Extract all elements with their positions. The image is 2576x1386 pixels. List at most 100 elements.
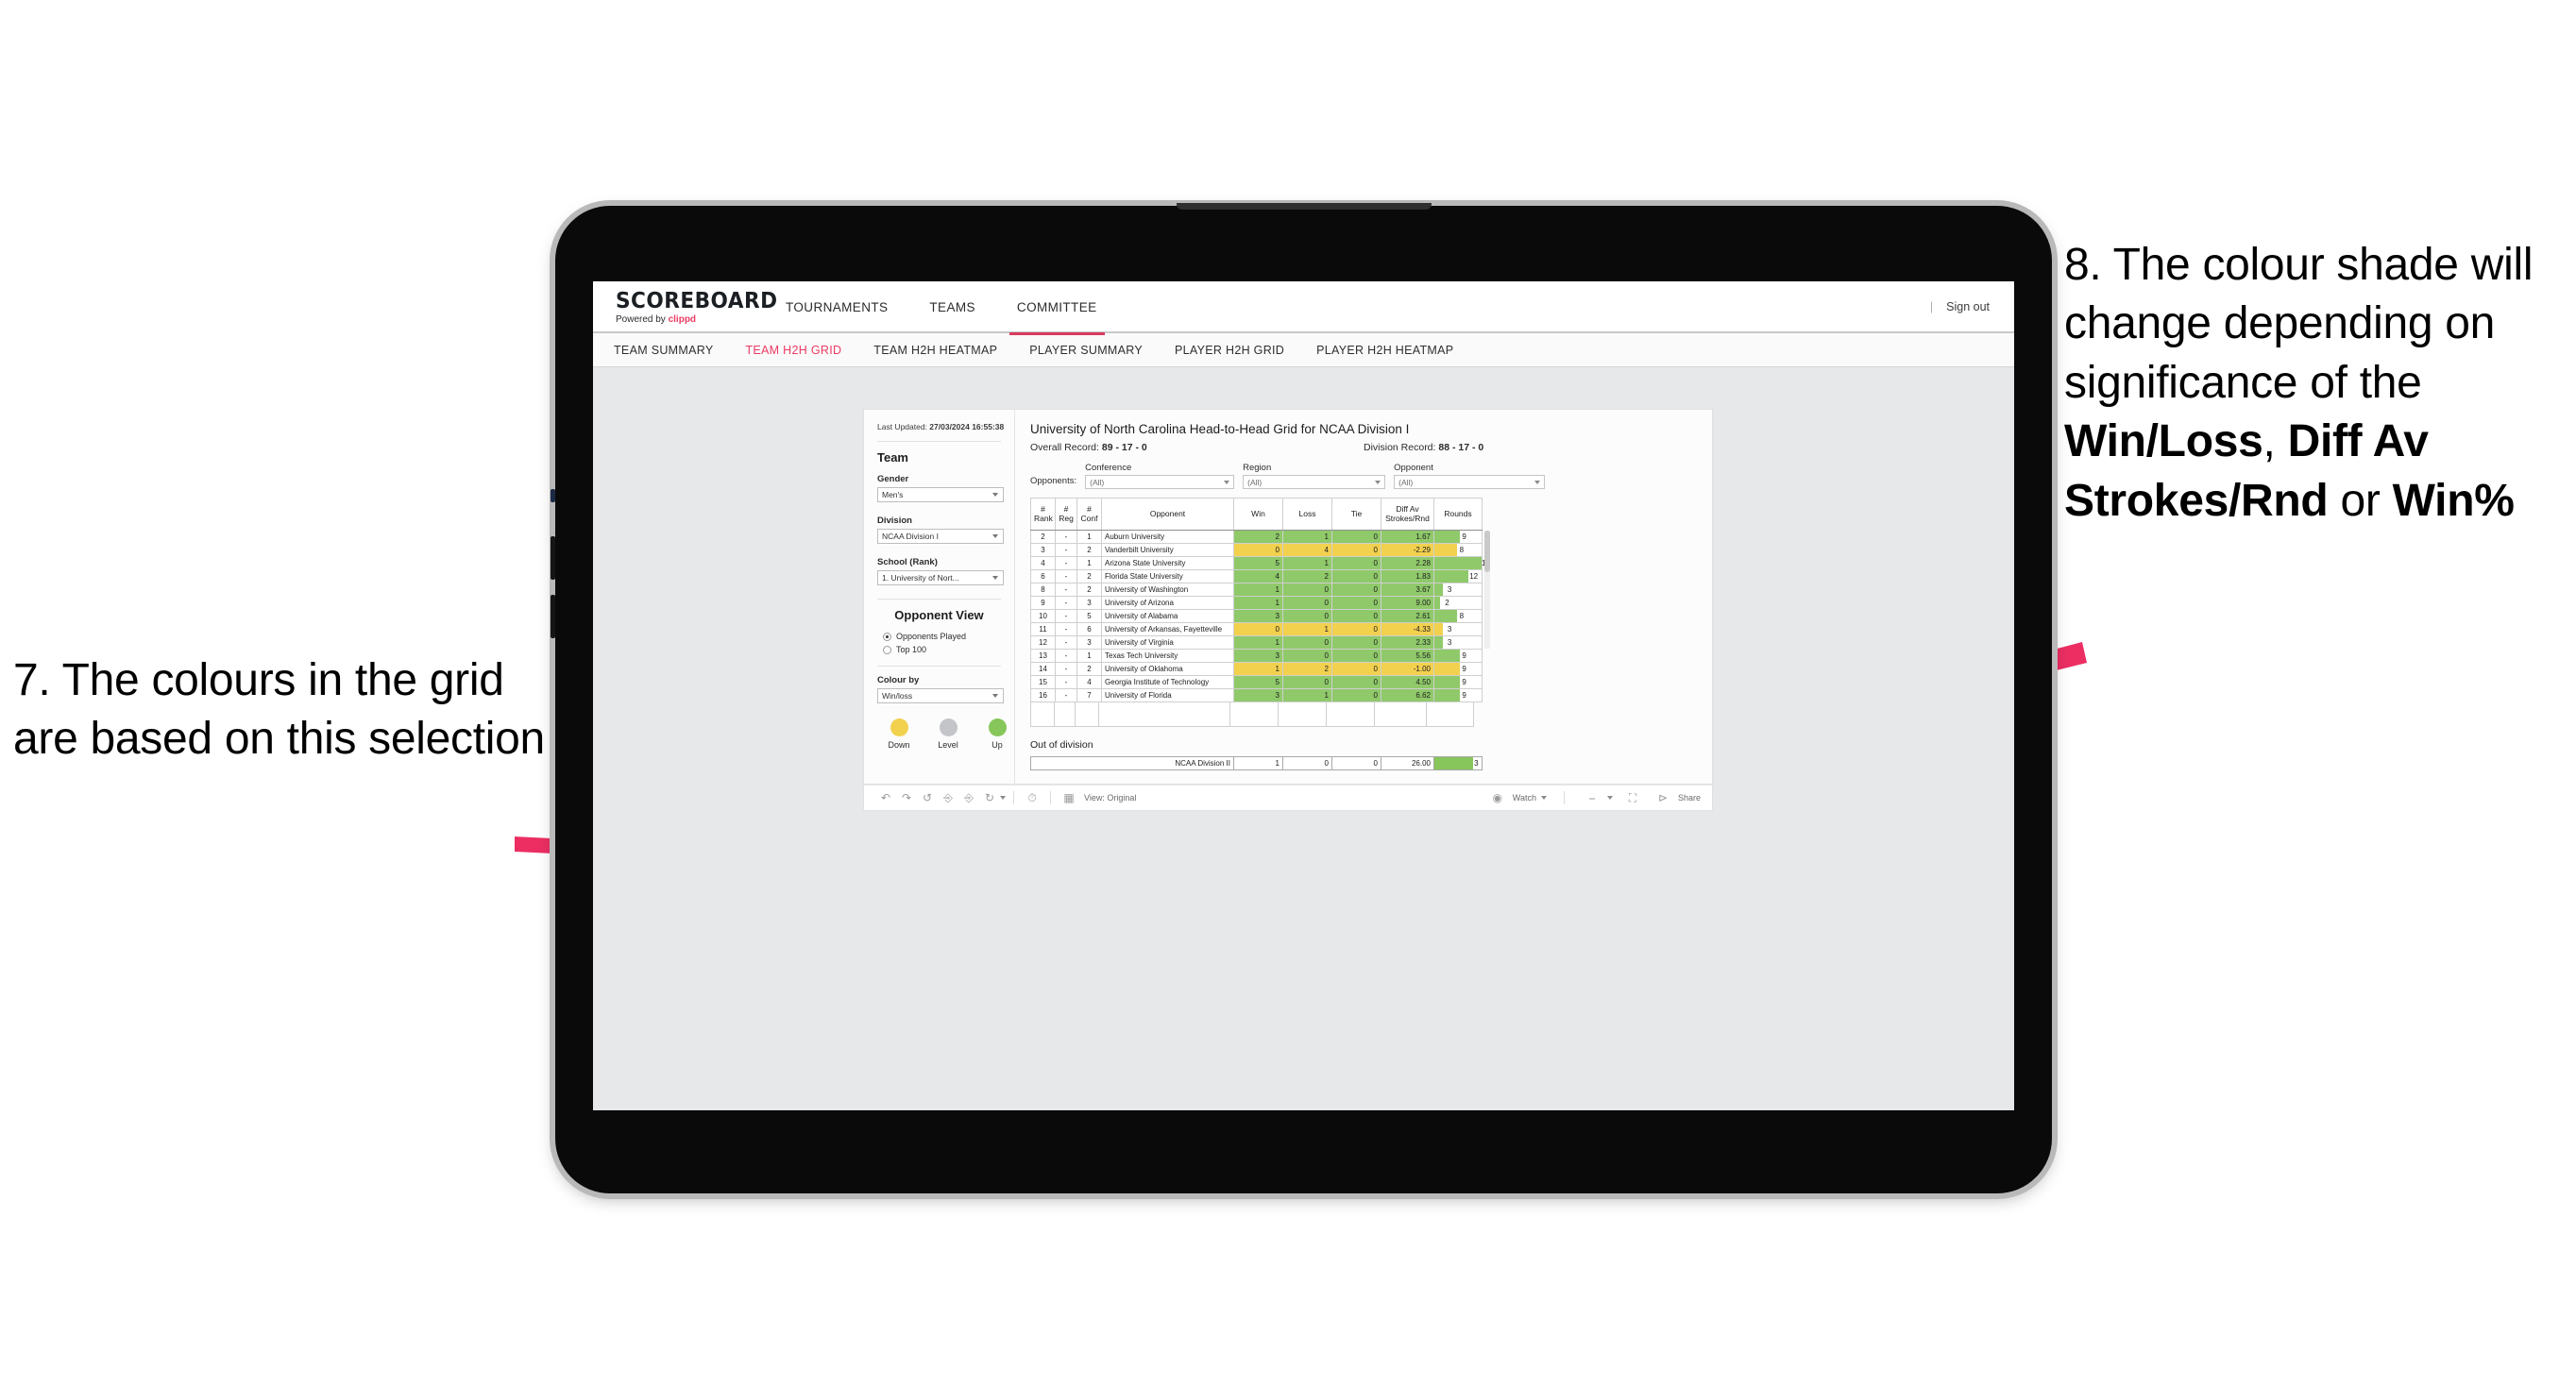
school-select[interactable]: 1. University of Nort... — [877, 570, 1004, 586]
cell-opponent: University of Arizona — [1101, 596, 1234, 610]
nav-teams[interactable]: TEAMS — [908, 281, 996, 333]
col-header-win[interactable]: Win — [1233, 498, 1283, 531]
cell-diff-av-strokes: 2.33 — [1381, 635, 1434, 650]
overall-record: Overall Record: 89 - 17 - 0 — [1030, 442, 1364, 453]
radio-top-100[interactable]: Top 100 — [883, 645, 1014, 654]
table-row[interactable]: 3-2 Vanderbilt University 0 4 0 -2.29 8 — [1030, 543, 1483, 557]
workbook-canvas: Last Updated: 27/03/2024 16:55:38 Team G… — [593, 367, 2014, 1110]
cell-opponent: University of Washington — [1101, 583, 1234, 597]
cell-rounds: 9 — [1433, 688, 1483, 702]
table-row[interactable]: 4-1Arizona State University5102.2817 — [1030, 556, 1490, 570]
chevron-down-icon — [992, 694, 998, 699]
chevron-down-icon[interactable] — [1000, 796, 1006, 800]
rounds-value: 8 — [1459, 612, 1465, 620]
overall-record-value: 89 - 17 - 0 — [1101, 442, 1147, 453]
watch-button[interactable]: ◉ Watch — [1487, 791, 1547, 804]
nav-tournaments[interactable]: TOURNAMENTS — [765, 281, 908, 333]
nav-committee[interactable]: COMMITTEE — [996, 281, 1118, 335]
download-button[interactable]: ⎯ — [1582, 791, 1613, 805]
fullscreen-icon[interactable]: ⛶ — [1622, 791, 1643, 805]
refresh-icon[interactable]: ⎆ — [938, 791, 958, 805]
table-row[interactable]: 6-2 Florida State University 4 2 0 1.83 12 — [1030, 569, 1483, 583]
header-divider: | — [1929, 300, 1934, 313]
grid-header: # Rank # Reg # Conf Opponent Win Loss Ti… — [1030, 498, 1483, 531]
cell-conf: 7 — [1076, 688, 1102, 702]
cell-diff-av-strokes: 9.00 — [1381, 596, 1434, 610]
rounds-bar — [1434, 583, 1443, 596]
gender-select[interactable]: Men's — [877, 487, 1004, 503]
table-row[interactable]: 14-2 University of Oklahoma 1 2 0 -1.00 9 — [1030, 662, 1483, 676]
clock-icon[interactable]: ⏱ — [1022, 791, 1042, 805]
table-row[interactable]: 15-4 Georgia Institute of Technology 5 0 0 4.… — [1030, 675, 1483, 689]
rounds-bar — [1434, 610, 1457, 622]
cell-win: 5 — [1233, 675, 1283, 689]
region-filter-select[interactable]: (All) — [1243, 475, 1386, 489]
subnav-team-h2h-heatmap[interactable]: TEAM H2H HEATMAP — [873, 344, 997, 357]
view-original-button[interactable]: ▦ View: Original — [1059, 791, 1136, 804]
chevron-down-icon — [1375, 480, 1381, 484]
tablet-volume-down-button[interactable] — [551, 595, 555, 638]
tablet-volume-up-button[interactable] — [551, 536, 555, 580]
radio-opponents-played[interactable]: Opponents Played — [883, 632, 1014, 641]
panel-divider-2 — [877, 599, 1001, 600]
cell-reg: - — [1055, 622, 1077, 636]
col-header-loss[interactable]: Loss — [1282, 498, 1332, 531]
cell-opponent: Florida State University — [1101, 569, 1234, 583]
redo-icon[interactable]: ↷ — [896, 791, 917, 804]
subnav-player-h2h-grid[interactable]: PLAYER H2H GRID — [1175, 344, 1284, 357]
out-of-division-title: Out of division — [1030, 739, 1093, 751]
cell-tie: 0 — [1331, 530, 1381, 544]
legend-dot-up-icon — [988, 718, 1007, 737]
pause-icon[interactable]: ⎆ — [958, 791, 979, 805]
table-row[interactable]: 8-2 University of Washington 1 0 0 3.67 3 — [1030, 583, 1483, 597]
sign-out-link[interactable]: Sign out — [1946, 281, 1990, 333]
conference-filter-select[interactable]: (All) — [1085, 475, 1235, 489]
colour-by-select[interactable]: Win/loss — [877, 688, 1004, 704]
table-row[interactable]: 10-5 University of Alabama 3 0 0 2.61 8 — [1030, 609, 1483, 623]
table-row[interactable]: 12-3 University of Virginia 1 0 0 2.33 3 — [1030, 635, 1483, 650]
subnav-player-h2h-heatmap[interactable]: PLAYER H2H HEATMAP — [1316, 344, 1453, 357]
grid-scrollbar-thumb[interactable] — [1484, 531, 1490, 572]
table-row[interactable]: 11-6 University of Arkansas, Fayetteville… — [1030, 622, 1483, 636]
h2h-grid-table: # Rank # Reg # Conf Opponent Win Loss Ti… — [1030, 498, 1490, 702]
col-header-tie[interactable]: Tie — [1331, 498, 1381, 531]
app-logo[interactable]: SCOREBOARD Powered by clippd — [593, 281, 777, 325]
cell-loss: 0 — [1282, 635, 1332, 650]
table-row[interactable]: 13-1 Texas Tech University 3 0 0 5.56 9 — [1030, 649, 1483, 663]
cell-conf: 4 — [1076, 675, 1102, 689]
subnav-team-h2h-grid[interactable]: TEAM H2H GRID — [745, 344, 841, 357]
share-button[interactable]: ⊳ Share — [1652, 791, 1701, 804]
cell-rank: 10 — [1030, 609, 1056, 623]
legend-label-down: Down — [888, 740, 910, 751]
region-filter: Region (All) — [1243, 463, 1386, 489]
cell-rounds: 12 — [1433, 569, 1483, 583]
undo-icon[interactable]: ↶ — [875, 791, 896, 804]
col-header-conf[interactable]: # Conf — [1076, 498, 1102, 531]
subnav-player-summary[interactable]: PLAYER SUMMARY — [1029, 344, 1143, 357]
cell-opponent: University of Arkansas, Fayetteville — [1101, 622, 1234, 636]
cell-conf: 1 — [1076, 556, 1102, 570]
opponent-filter-value: (All) — [1398, 477, 1414, 487]
cell-tie: 0 — [1331, 688, 1381, 702]
table-row[interactable]: 16-7 University of Florida 3 1 0 6.62 9 — [1030, 688, 1483, 702]
rounds-value: 8 — [1459, 546, 1465, 554]
division-select[interactable]: NCAA Division I — [877, 529, 1004, 545]
cell-opponent: Vanderbilt University — [1101, 543, 1234, 557]
cell-reg: - — [1055, 649, 1077, 663]
col-header-rounds[interactable]: Rounds — [1433, 498, 1483, 531]
col-header-diff-av-strokes-rnd[interactable]: Diff Av Strokes/Rnd — [1381, 498, 1434, 531]
cell-tie: 0 — [1331, 649, 1381, 663]
col-header-reg[interactable]: # Reg — [1055, 498, 1077, 531]
opponent-filter-select[interactable]: (All) — [1394, 475, 1546, 489]
table-row[interactable]: 2-1 Auburn University 2 1 0 1.67 9 — [1030, 530, 1483, 544]
out-of-division-win: 1 — [1233, 756, 1283, 770]
loop-icon[interactable]: ↻ — [979, 791, 1000, 804]
col-header-opponent[interactable]: Opponent — [1101, 498, 1234, 531]
table-row[interactable]: 9-3 University of Arizona 1 0 0 9.00 2 — [1030, 596, 1483, 610]
cell-reg: - — [1055, 556, 1077, 570]
chevron-down-icon — [992, 534, 998, 539]
revert-icon[interactable]: ↺ — [917, 791, 938, 804]
cell-reg: - — [1055, 583, 1077, 597]
col-header-rank[interactable]: # Rank — [1030, 498, 1056, 531]
subnav-team-summary[interactable]: TEAM SUMMARY — [614, 344, 713, 357]
